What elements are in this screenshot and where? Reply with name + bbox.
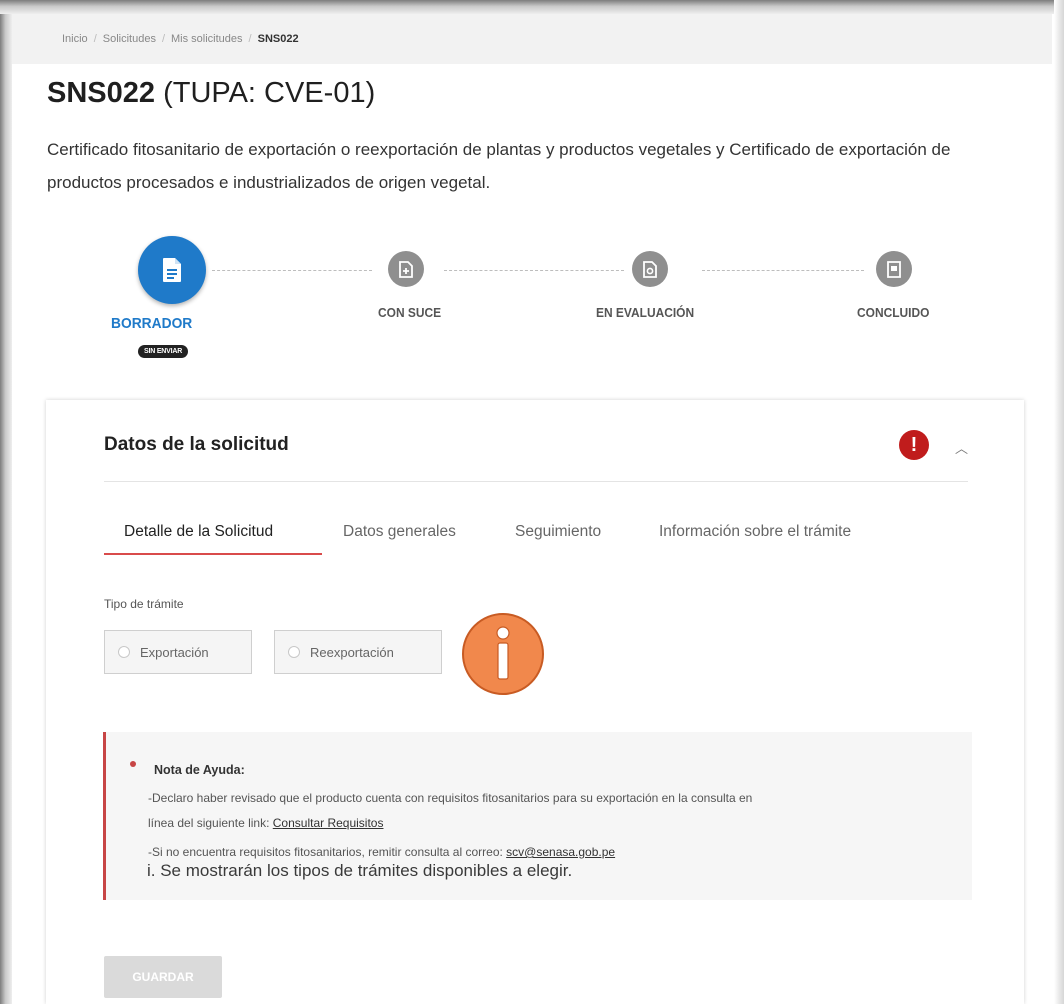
radio-circle-icon	[118, 646, 130, 658]
help-note-email-prefix: -Si no encuentra requisitos fitosanitari…	[148, 845, 503, 859]
step-borrador	[138, 236, 206, 304]
breadcrumb: Inicio / Solicitudes / Mis solicitudes / SNS02…	[62, 33, 299, 45]
breadcrumb-separator: /	[161, 33, 166, 45]
status-badge: SIN ENVIAR	[138, 345, 189, 358]
search-document-icon	[643, 260, 657, 278]
step-label-con-suce: CON SUCE	[378, 305, 442, 320]
tab-seguimiento[interactable]: Seguimiento	[515, 523, 601, 541]
breadcrumb-separator: /	[248, 33, 252, 45]
tab-datos-generales[interactable]: Datos generales	[343, 523, 456, 541]
step-connector	[444, 270, 624, 271]
step-connector	[702, 270, 864, 271]
active-tab-indicator	[104, 553, 322, 555]
breadcrumb-item-solicitudes[interactable]: Solicitudes	[103, 33, 156, 45]
page-title: SNS022 (TUPA: CVE-01)	[47, 77, 375, 110]
radio-exportacion[interactable]: Exportación	[104, 630, 252, 674]
tab-informacion-tramite[interactable]: Información sobre el trámite	[659, 523, 851, 541]
consultar-requisitos-link[interactable]: Consultar Requisitos	[273, 816, 384, 830]
breadcrumb-item-mis-solicitudes[interactable]: Mis solicitudes	[171, 33, 243, 45]
breadcrumb-separator: /	[93, 33, 97, 45]
help-note-title: Nota de Ayuda:	[154, 763, 245, 777]
tupa-code: (TUPA: CVE-01)	[163, 77, 376, 109]
certificate-icon	[887, 260, 901, 278]
step-label-en-evaluacion: EN EVALUACIÓN	[596, 305, 695, 320]
step-en-evaluacion	[632, 251, 668, 287]
alert-icon: !	[899, 430, 929, 460]
annotation-caption: i. Se mostrarán los tipos de trámites di…	[147, 861, 573, 880]
tab-detalle-solicitud[interactable]: Detalle de la Solicitud	[124, 523, 273, 541]
procedure-code: SNS022	[47, 77, 156, 109]
section-divider	[104, 481, 968, 482]
step-label-concluido: CONCLUIDO	[857, 305, 930, 320]
section-title: Datos de la solicitud	[104, 434, 289, 455]
step-con-suce	[388, 251, 424, 287]
radio-reexportacion[interactable]: Reexportación	[274, 630, 442, 674]
help-note-line-2: línea del siguiente link: Consultar Requ…	[148, 816, 383, 830]
step-connector	[212, 270, 372, 271]
page-description: Certificado fitosanitario de exportación…	[47, 140, 951, 192]
help-note-link-prefix: línea del siguiente link:	[148, 816, 270, 830]
bullet-icon	[130, 761, 136, 767]
save-button[interactable]: GUARDAR	[104, 956, 222, 998]
chevron-up-icon[interactable]: ︿	[955, 438, 968, 457]
step-label-borrador: BORRADOR	[111, 315, 193, 332]
document-icon	[163, 258, 181, 282]
add-document-icon	[399, 260, 413, 278]
breadcrumb-item-inicio[interactable]: Inicio	[62, 33, 88, 45]
request-data-card	[46, 400, 1024, 1004]
window-edge-shadow-top	[0, 0, 1064, 14]
email-link[interactable]: scv@senasa.gob.pe	[506, 845, 615, 859]
window-edge-shadow	[0, 0, 12, 1004]
step-concluido	[876, 251, 912, 287]
help-note-line-1: -Declaro haber revisado que el producto …	[148, 791, 753, 805]
info-glyph-icon	[496, 626, 510, 680]
radio-label: Exportación	[140, 644, 209, 660]
window-edge-shadow-right	[1054, 0, 1064, 1004]
app-window: Inicio / Solicitudes / Mis solicitudes / SNS02…	[0, 0, 1064, 1004]
tipo-tramite-label: Tipo de trámite	[104, 597, 184, 611]
radio-label: Reexportación	[310, 644, 394, 660]
breadcrumb-current: SNS022	[257, 33, 299, 45]
info-marker-icon	[462, 613, 544, 695]
radio-circle-icon	[288, 646, 300, 658]
help-note-line-3: -Si no encuentra requisitos fitosanitari…	[148, 845, 615, 859]
